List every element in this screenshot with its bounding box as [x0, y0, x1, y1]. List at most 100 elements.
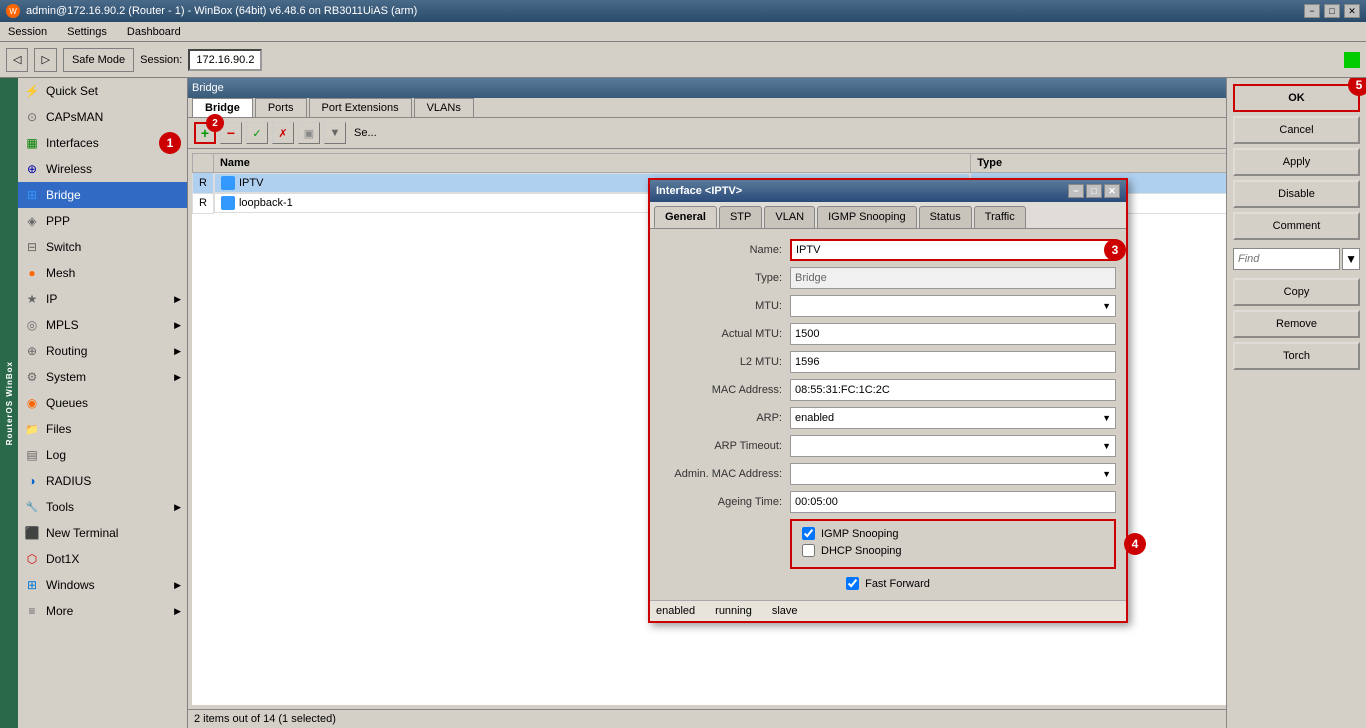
- routing-icon: [24, 343, 40, 359]
- menu-session[interactable]: Session: [4, 24, 51, 40]
- torch-button[interactable]: Torch: [1233, 342, 1360, 370]
- sidebar-item-routing[interactable]: Routing ▶: [18, 338, 187, 364]
- sidebar-item-tools[interactable]: Tools ▶: [18, 494, 187, 520]
- igmp-snooping-checkbox[interactable]: [802, 527, 815, 540]
- add-button[interactable]: + 2: [194, 122, 216, 144]
- bridge-tab-bridge[interactable]: Bridge: [192, 98, 253, 117]
- interface-minimize-btn[interactable]: −: [1068, 184, 1084, 198]
- arp-row: ARP: enabled ▼: [660, 407, 1116, 429]
- sidebar-item-radius[interactable]: RADIUS: [18, 468, 187, 494]
- type-row: Type:: [660, 267, 1116, 289]
- bridge-tab-bar: Bridge Ports Port Extensions VLANs: [188, 98, 1366, 118]
- col-flag: [193, 154, 214, 173]
- interface-status-bar: enabled running slave: [650, 600, 1126, 621]
- sidebar-item-switch[interactable]: Switch: [18, 234, 187, 260]
- sidebar-item-interfaces[interactable]: Interfaces 1: [18, 130, 187, 156]
- toolbar: Safe Mode Session: 172.16.90.2: [0, 42, 1366, 78]
- fast-forward-checkbox[interactable]: [846, 577, 859, 590]
- name-label: Name:: [660, 244, 790, 256]
- back-button[interactable]: [6, 48, 28, 72]
- l2-mtu-input[interactable]: [790, 351, 1116, 373]
- find-dropdown[interactable]: ▼: [1342, 248, 1360, 270]
- dhcp-snooping-row: DHCP Snooping: [802, 544, 1104, 557]
- copy-button[interactable]: Copy: [1233, 278, 1360, 306]
- sidebar-label-log: Log: [46, 448, 66, 462]
- minimize-button[interactable]: −: [1304, 4, 1320, 18]
- row-name-text: loopback-1: [239, 197, 293, 209]
- ok-button[interactable]: OK: [1233, 84, 1360, 112]
- mtu-select[interactable]: ▼: [790, 295, 1116, 317]
- dhcp-snooping-checkbox[interactable]: [802, 544, 815, 557]
- arp-timeout-select[interactable]: ▼: [790, 435, 1116, 457]
- snooping-box: IGMP Snooping DHCP Snooping: [790, 519, 1116, 569]
- interface-maximize-btn[interactable]: □: [1086, 184, 1102, 198]
- sidebar-label-routing: Routing: [46, 344, 87, 358]
- ageing-row: Ageing Time:: [660, 491, 1116, 513]
- filter-button[interactable]: ▼: [324, 122, 346, 144]
- admin-mac-select[interactable]: ▼: [790, 463, 1116, 485]
- forward-button[interactable]: [34, 48, 56, 72]
- interface-tab-vlan[interactable]: VLAN: [764, 206, 815, 228]
- actual-mtu-input[interactable]: [790, 323, 1116, 345]
- sidebar-item-bridge[interactable]: Bridge: [18, 182, 187, 208]
- bridge-row-icon: [221, 196, 235, 210]
- disable-button[interactable]: ✗: [272, 122, 294, 144]
- badge-4: 4: [1124, 533, 1146, 555]
- settings-button[interactable]: ▣: [298, 122, 320, 144]
- sidebar-item-more[interactable]: More ▶: [18, 598, 187, 624]
- igmp-snooping-label: IGMP Snooping: [821, 528, 898, 540]
- enable-button[interactable]: ✓: [246, 122, 268, 144]
- bridge-tab-vlans[interactable]: VLANs: [414, 98, 474, 117]
- mtu-label: MTU:: [660, 300, 790, 312]
- sidebar-item-mesh[interactable]: Mesh: [18, 260, 187, 286]
- badge-3: 3: [1104, 239, 1126, 261]
- ppp-icon: [24, 213, 40, 229]
- sidebar-item-capsman[interactable]: CAPsMAN: [18, 104, 187, 130]
- ageing-label: Ageing Time:: [660, 496, 790, 508]
- admin-mac-row: Admin. MAC Address: ▼: [660, 463, 1116, 485]
- files-icon: [24, 421, 40, 437]
- arp-timeout-row: ARP Timeout: ▼: [660, 435, 1116, 457]
- sidebar-item-queues[interactable]: Queues: [18, 390, 187, 416]
- sidebar-item-new-terminal[interactable]: New Terminal: [18, 520, 187, 546]
- remove-button[interactable]: Remove: [1233, 310, 1360, 338]
- sidebar-item-mpls[interactable]: MPLS ▶: [18, 312, 187, 338]
- sidebar-item-dot1x[interactable]: Dot1X: [18, 546, 187, 572]
- sidebar-item-ppp[interactable]: PPP: [18, 208, 187, 234]
- sidebar-item-log[interactable]: Log: [18, 442, 187, 468]
- apply-button[interactable]: Apply: [1233, 148, 1360, 176]
- menu-dashboard[interactable]: Dashboard: [123, 24, 185, 40]
- arp-dropdown-arrow: ▼: [1102, 413, 1111, 423]
- safe-mode-button[interactable]: Safe Mode: [63, 48, 134, 72]
- bridge-tab-ports[interactable]: Ports: [255, 98, 307, 117]
- sidebar-item-system[interactable]: System ▶: [18, 364, 187, 390]
- interface-tab-stp[interactable]: STP: [719, 206, 762, 228]
- sidebar-item-ip[interactable]: IP ▶: [18, 286, 187, 312]
- sidebar-item-windows[interactable]: Windows ▶: [18, 572, 187, 598]
- sidebar-item-quick-set[interactable]: Quick Set: [18, 78, 187, 104]
- interface-close-btn[interactable]: ✕: [1104, 184, 1120, 198]
- sidebar-item-wireless[interactable]: Wireless: [18, 156, 187, 182]
- mac-label: MAC Address:: [660, 384, 790, 396]
- interface-tab-igmp-snooping[interactable]: IGMP Snooping: [817, 206, 916, 228]
- find-input[interactable]: [1233, 248, 1340, 270]
- cancel-button[interactable]: Cancel: [1233, 116, 1360, 144]
- bridge-tab-port-extensions[interactable]: Port Extensions: [309, 98, 412, 117]
- mac-input[interactable]: [790, 379, 1116, 401]
- title-bar-left: W admin@172.16.90.2 (Router - 1) - WinBo…: [6, 4, 417, 18]
- name-input[interactable]: [790, 239, 1116, 261]
- ageing-input[interactable]: [790, 491, 1116, 513]
- interface-tab-status[interactable]: Status: [919, 206, 972, 228]
- disable-button[interactable]: Disable: [1233, 180, 1360, 208]
- sidebar-label-mpls: MPLS: [46, 318, 79, 332]
- sidebar-label-more: More: [46, 604, 73, 618]
- interface-tab-general[interactable]: General: [654, 206, 717, 228]
- comment-button[interactable]: Comment: [1233, 212, 1360, 240]
- interface-tab-traffic[interactable]: Traffic: [974, 206, 1026, 228]
- menu-settings[interactable]: Settings: [63, 24, 111, 40]
- sidebar-item-files[interactable]: Files: [18, 416, 187, 442]
- arp-select[interactable]: enabled ▼: [790, 407, 1116, 429]
- arp-value: enabled: [795, 412, 1102, 424]
- maximize-button[interactable]: □: [1324, 4, 1340, 18]
- close-button[interactable]: ✕: [1344, 4, 1360, 18]
